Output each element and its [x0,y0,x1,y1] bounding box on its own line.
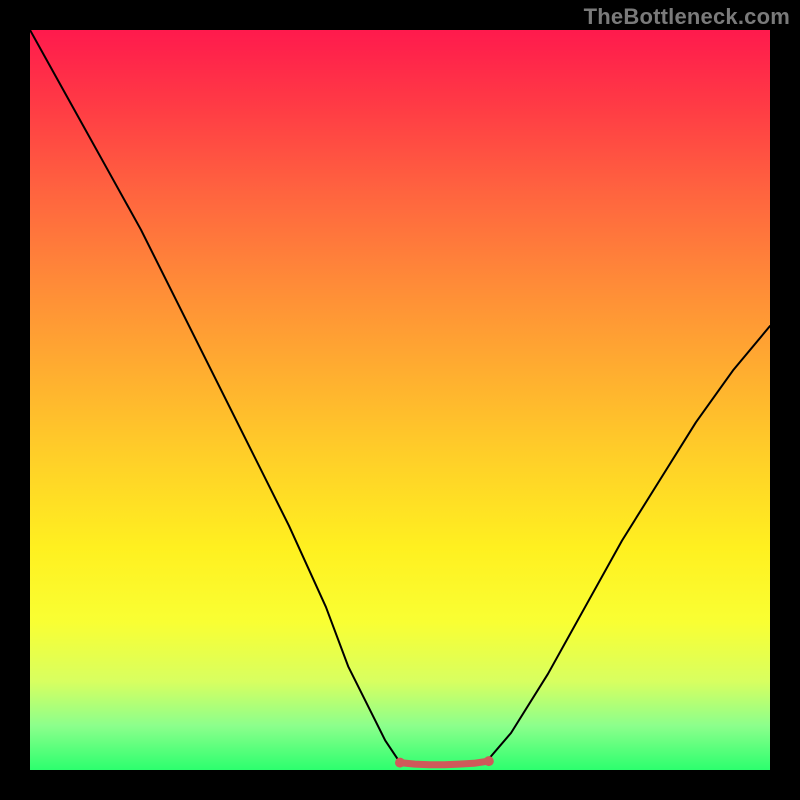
series-right-branch [489,326,770,759]
watermark-text: TheBottleneck.com [584,4,790,30]
series-group [30,30,770,768]
marker-1 [484,756,494,766]
plot-area [30,30,770,770]
series-left-branch [30,30,400,763]
marker-0 [395,758,405,768]
chart-frame: TheBottleneck.com [0,0,800,800]
curve-svg [30,30,770,770]
series-flat-bottom [400,761,489,765]
